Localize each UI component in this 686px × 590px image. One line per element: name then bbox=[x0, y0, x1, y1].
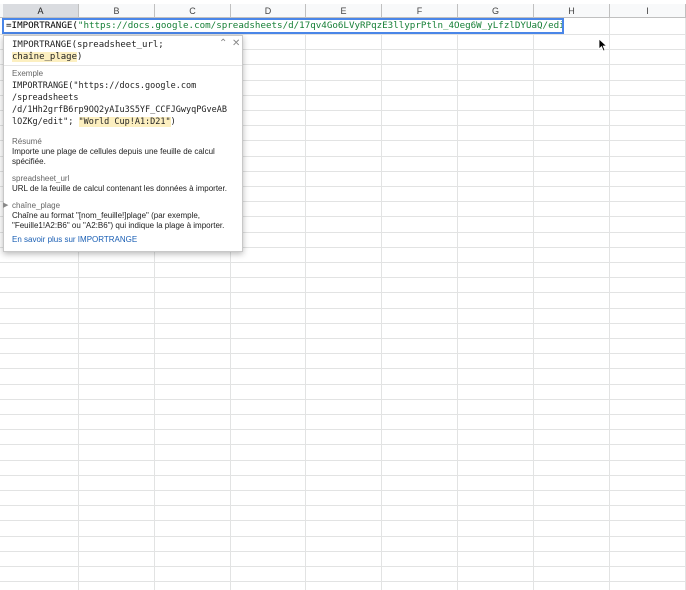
close-icon[interactable]: ✕ bbox=[232, 38, 240, 49]
divider bbox=[4, 65, 242, 66]
grid-row-line bbox=[0, 444, 686, 445]
formula-prefix: =IMPORTRANGE( bbox=[6, 20, 78, 31]
grid-row-line bbox=[0, 292, 686, 293]
cell-editor-a1[interactable]: =IMPORTRANGE("https://docs.google.com/sp… bbox=[2, 18, 564, 34]
column-header-i[interactable]: I bbox=[610, 4, 686, 18]
formula-help-popup: IMPORTRANGE(spreadsheet_url; chaîne_plag… bbox=[3, 35, 243, 252]
summary-text: Importe une plage de cellules depuis une… bbox=[12, 147, 215, 166]
function-signature: IMPORTRANGE(spreadsheet_url; chaîne_plag… bbox=[12, 39, 212, 63]
grid-row-line bbox=[0, 323, 686, 324]
grid-row-line bbox=[0, 277, 686, 278]
spreadsheet-grid[interactable]: ABCDEFGHI =IMPORTRANGE("https://docs.goo… bbox=[0, 0, 686, 590]
example-close: ) bbox=[170, 117, 176, 127]
current-param-arrow-icon: ▶ bbox=[3, 202, 9, 209]
column-header-f[interactable]: F bbox=[382, 4, 458, 18]
param-url-name: spreadsheet_url bbox=[12, 174, 70, 183]
grid-row-line bbox=[0, 399, 686, 400]
example-label: Exemple bbox=[12, 69, 44, 78]
grid-row-line bbox=[0, 262, 686, 263]
grid-row-line bbox=[0, 536, 686, 537]
learn-more-link[interactable]: En savoir plus sur IMPORTRANGE bbox=[12, 235, 137, 244]
column-header-c[interactable]: C bbox=[155, 4, 231, 18]
grid-row-line bbox=[0, 460, 686, 461]
column-header-e[interactable]: E bbox=[306, 4, 382, 18]
signature-close: ) bbox=[77, 52, 83, 62]
grid-row-line bbox=[0, 581, 686, 582]
param-range-desc: Chaîne au format "[nom_feuille!]plage" (… bbox=[12, 211, 225, 230]
param-url-desc: URL de la feuille de calcul contenant le… bbox=[12, 184, 227, 193]
grid-row-line bbox=[0, 368, 686, 369]
column-header-b[interactable]: B bbox=[79, 4, 155, 18]
summary-label: Résumé bbox=[12, 137, 42, 146]
collapse-chevron-icon[interactable]: ⌃ bbox=[219, 38, 227, 49]
grid-row-line bbox=[0, 520, 686, 521]
grid-row-line bbox=[0, 353, 686, 354]
signature-current-arg: chaîne_plage bbox=[12, 52, 78, 62]
example-range: "World Cup!A1:D21" bbox=[78, 117, 171, 127]
grid-row-line bbox=[0, 308, 686, 309]
column-header-a[interactable]: A bbox=[3, 4, 79, 18]
example-code: IMPORTRANGE("https://docs.google.com /sp… bbox=[12, 80, 240, 128]
formula-url-string: "https://docs.google.com/spreadsheets/d/… bbox=[77, 20, 564, 31]
param-range-name: chaîne_plage bbox=[12, 201, 61, 210]
grid-row-line bbox=[0, 505, 686, 506]
grid-row-line bbox=[0, 414, 686, 415]
grid-row-line bbox=[0, 475, 686, 476]
grid-row-line bbox=[0, 338, 686, 339]
grid-row-line bbox=[0, 384, 686, 385]
grid-row-line bbox=[0, 429, 686, 430]
grid-row-line bbox=[0, 551, 686, 552]
column-header-d[interactable]: D bbox=[231, 4, 306, 18]
grid-row-line bbox=[0, 566, 686, 567]
column-header-h[interactable]: H bbox=[534, 4, 610, 18]
column-header-g[interactable]: G bbox=[458, 4, 534, 18]
grid-row-line bbox=[0, 490, 686, 491]
mouse-cursor-icon bbox=[598, 38, 608, 52]
signature-function: IMPORTRANGE(spreadsheet_url; bbox=[12, 40, 164, 50]
